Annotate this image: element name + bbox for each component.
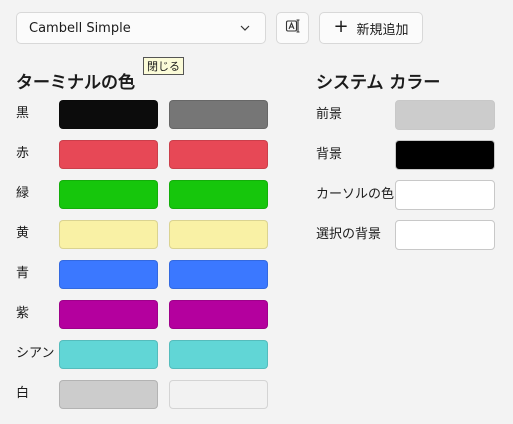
system-color-swatch[interactable]: [395, 140, 495, 170]
terminal-color-label: 紫: [16, 306, 30, 321]
terminal-color-label: シアン: [16, 346, 55, 361]
terminal-color-swatch[interactable]: [59, 220, 158, 249]
add-new-button[interactable]: + 新規追加: [319, 12, 423, 44]
terminal-bright-color-swatch[interactable]: [169, 260, 268, 289]
system-color-label: 背景: [316, 147, 343, 162]
system-color-swatch[interactable]: [395, 100, 495, 130]
system-color-swatch[interactable]: [395, 180, 495, 210]
color-scheme-dropdown[interactable]: Cambell Simple: [16, 12, 266, 44]
rename-button[interactable]: [276, 12, 309, 44]
system-color-label: 前景: [316, 107, 343, 122]
close-tooltip: 閉じる: [143, 57, 184, 75]
color-scheme-name: Cambell Simple: [29, 20, 131, 36]
terminal-bright-color-swatch[interactable]: [169, 180, 268, 209]
terminal-color-swatch[interactable]: [59, 180, 158, 209]
terminal-color-swatch[interactable]: [59, 380, 158, 409]
system-color-swatch[interactable]: [395, 220, 495, 250]
terminal-color-label: 黄: [16, 226, 30, 241]
terminal-color-label: 緑: [16, 186, 30, 201]
terminal-color-swatch[interactable]: [59, 300, 158, 329]
terminal-bright-color-swatch[interactable]: [169, 300, 268, 329]
terminal-bright-color-swatch[interactable]: [169, 340, 268, 369]
terminal-color-swatch[interactable]: [59, 260, 158, 289]
add-new-label: 新規追加: [356, 22, 409, 38]
terminal-color-label: 青: [16, 266, 30, 281]
terminal-bright-color-swatch[interactable]: [169, 220, 268, 249]
system-color-label: 選択の背景: [316, 227, 382, 242]
terminal-colors-title: ターミナルの色: [16, 73, 135, 93]
system-colors-title: システム カラー: [316, 73, 441, 93]
rename-icon: [285, 18, 301, 38]
terminal-bright-color-swatch[interactable]: [169, 100, 268, 129]
terminal-color-swatch[interactable]: [59, 100, 158, 129]
terminal-color-label: 白: [16, 386, 30, 401]
terminal-color-swatch[interactable]: [59, 140, 158, 169]
terminal-color-label: 黒: [16, 106, 30, 121]
system-color-label: カーソルの色: [316, 187, 395, 202]
terminal-bright-color-swatch[interactable]: [169, 140, 268, 169]
terminal-bright-color-swatch[interactable]: [169, 380, 268, 409]
chevron-down-icon: [239, 22, 251, 37]
plus-icon: +: [333, 16, 349, 37]
terminal-color-label: 赤: [16, 146, 30, 161]
terminal-color-swatch[interactable]: [59, 340, 158, 369]
